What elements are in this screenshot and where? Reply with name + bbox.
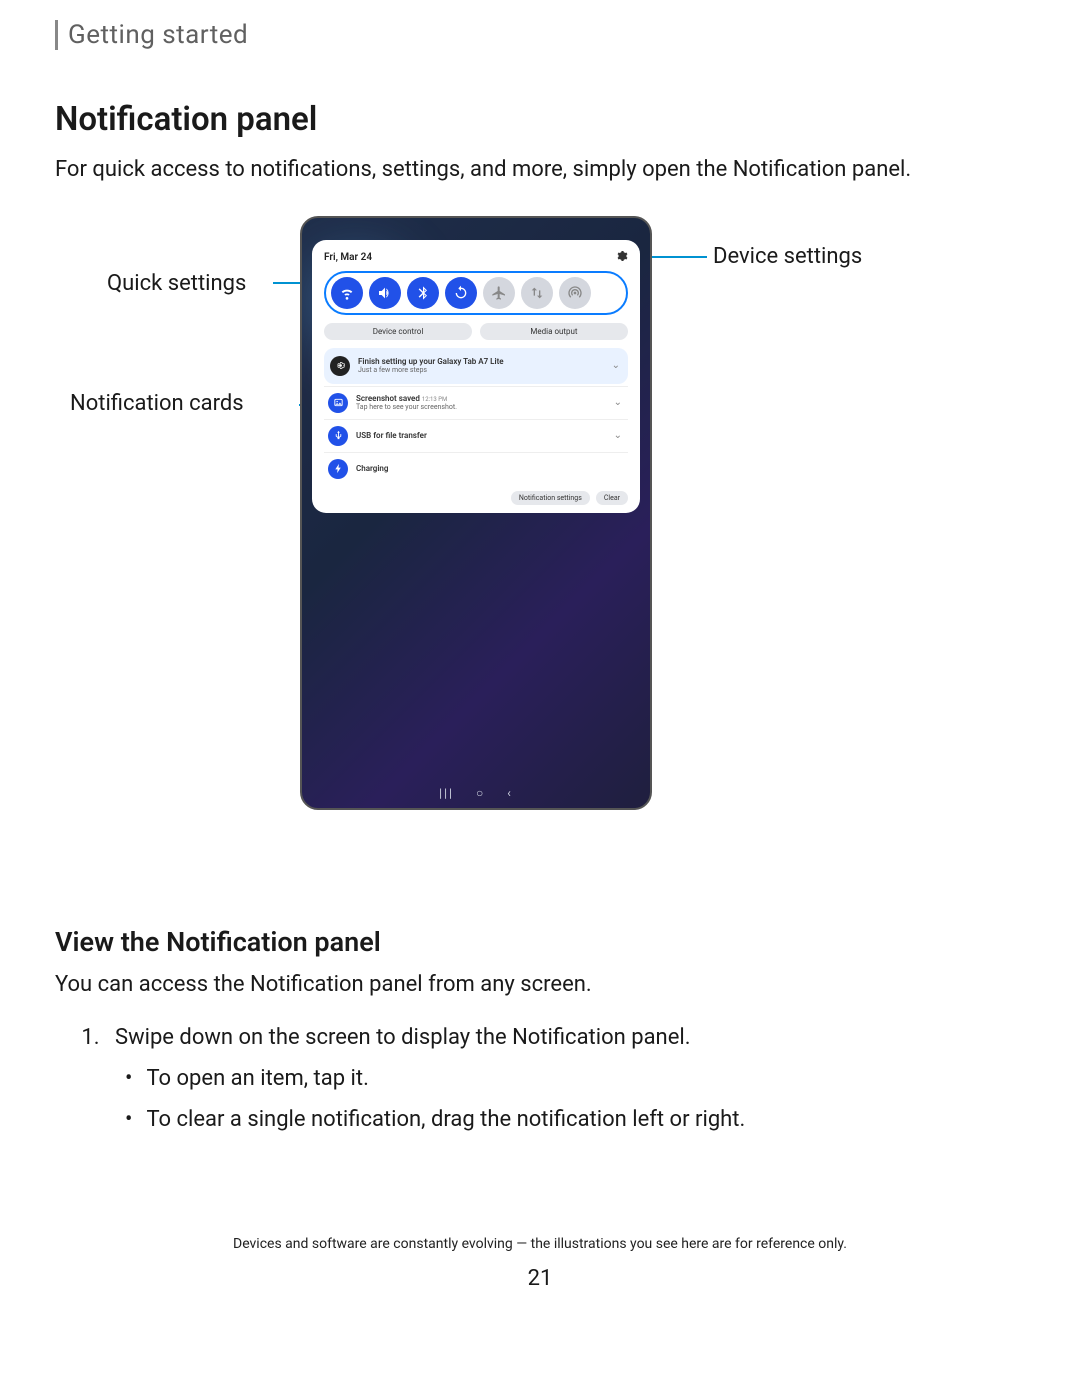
notification-card[interactable]: USB for file transfer ⌄ [324, 419, 628, 452]
image-icon [328, 393, 348, 413]
section-heading: View the Notification panel [55, 926, 1025, 958]
chevron-down-icon[interactable]: ⌄ [614, 397, 622, 408]
android-navbar: ||| ○ ‹ [302, 786, 650, 800]
wifi-icon[interactable] [331, 277, 363, 309]
chevron-down-icon[interactable]: ⌄ [612, 360, 620, 371]
figure: Quick settings Notification cards Device… [55, 216, 1025, 876]
chevron-down-icon[interactable]: ⌄ [614, 430, 622, 441]
device-control-button[interactable]: Device control [324, 323, 472, 340]
gear-icon[interactable] [616, 250, 628, 265]
card-subtitle: Just a few more steps [358, 366, 604, 374]
usb-icon [328, 426, 348, 446]
clear-button[interactable]: Clear [596, 491, 628, 505]
airplane-icon[interactable] [483, 277, 515, 309]
steps-list: Swipe down on the screen to display the … [105, 1021, 1025, 1136]
callout-notification-cards: Notification cards [70, 391, 244, 416]
list-item: Swipe down on the screen to display the … [105, 1021, 1025, 1136]
back-icon[interactable]: ‹ [507, 786, 513, 800]
bolt-icon [328, 459, 348, 479]
card-subtitle: Tap here to see your screenshot. [356, 403, 606, 411]
notification-card[interactable]: Charging [324, 452, 628, 485]
gear-icon [330, 356, 350, 376]
media-output-button[interactable]: Media output [480, 323, 628, 340]
bluetooth-icon[interactable] [407, 277, 439, 309]
home-icon[interactable]: ○ [476, 786, 485, 800]
card-title: USB for file transfer [356, 431, 606, 440]
card-title: Finish setting up your Galaxy Tab A7 Lit… [358, 357, 604, 366]
card-title: Charging [356, 464, 624, 473]
card-time: 12:13 PM [422, 396, 447, 403]
device-frame: Fri, Mar 24 Device control Media output [300, 216, 652, 810]
quick-settings-row [324, 271, 628, 315]
callout-device-settings: Device settings [713, 244, 862, 269]
notification-panel: Fri, Mar 24 Device control Media output [312, 240, 640, 513]
page-title: Notification panel [55, 100, 1025, 139]
step-text: Swipe down on the screen to display the … [115, 1025, 691, 1050]
hotspot-icon[interactable] [559, 277, 591, 309]
rotate-icon[interactable] [445, 277, 477, 309]
recent-icon[interactable]: ||| [439, 786, 454, 800]
list-item: To clear a single notification, drag the… [115, 1103, 1025, 1136]
intro-text: For quick access to notifications, setti… [55, 155, 1025, 186]
footnote: Devices and software are constantly evol… [55, 1236, 1025, 1252]
page-number: 21 [55, 1266, 1025, 1291]
notification-settings-button[interactable]: Notification settings [511, 491, 590, 505]
callout-quick-settings: Quick settings [107, 271, 246, 296]
sound-icon[interactable] [369, 277, 401, 309]
data-icon[interactable] [521, 277, 553, 309]
date-label: Fri, Mar 24 [324, 252, 372, 263]
card-title: Screenshot saved [356, 394, 420, 403]
breadcrumb: Getting started [55, 20, 1025, 50]
section-text: You can access the Notification panel fr… [55, 970, 1025, 1001]
list-item: To open an item, tap it. [115, 1062, 1025, 1095]
notification-card[interactable]: Finish setting up your Galaxy Tab A7 Lit… [324, 348, 628, 384]
notification-card[interactable]: Screenshot saved 12:13 PM Tap here to se… [324, 386, 628, 419]
